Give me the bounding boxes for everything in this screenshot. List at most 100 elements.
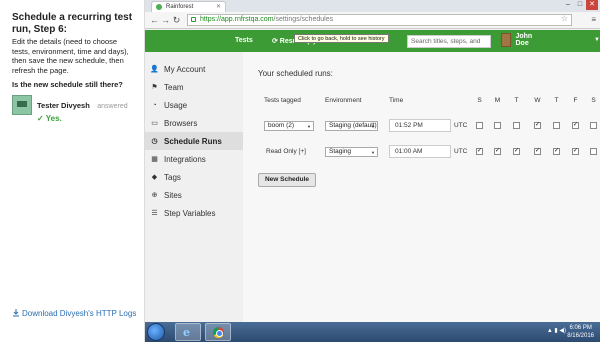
sidebar-item-label: Integrations	[164, 154, 206, 164]
taskbar-ie[interactable]: e	[175, 323, 201, 341]
time-value: 01:52 PM	[395, 122, 423, 129]
sidebar-item-schedule-runs[interactable]: ◷ Schedule Runs	[145, 132, 243, 150]
task-description: Edit the details (need to choose tests, …	[12, 37, 129, 75]
timezone-label: UTC	[454, 148, 468, 155]
timezone-label: UTC	[454, 122, 468, 129]
sidebar-item-label: Tags	[164, 172, 181, 182]
day-checkbox[interactable]	[590, 122, 597, 129]
sidebar-item-label: Step Variables	[164, 208, 216, 218]
download-logs-label: Download Divyesh's HTTP Logs	[22, 309, 137, 318]
day-checkbox[interactable]: ✓	[476, 148, 483, 155]
system-tray-icons[interactable]: ▲ ▮ ◀)	[547, 327, 566, 334]
tag-icon: ◆	[151, 174, 158, 181]
sidebar-item-label: Sites	[164, 190, 182, 200]
usage-icon: ◔	[152, 101, 157, 109]
tab-title: Rainforest	[166, 4, 194, 10]
back-icon[interactable]: ←	[149, 15, 160, 25]
time-input[interactable]: 01:00 AM	[389, 145, 451, 158]
day-checkbox[interactable]: ✓	[534, 122, 541, 129]
task-panel: Schedule a recurring test run, Step 6: E…	[0, 0, 145, 342]
environment-select[interactable]: Staging	[325, 147, 378, 157]
sidebar-item-sites[interactable]: ⊕ Sites	[145, 186, 243, 204]
day-checkbox[interactable]	[494, 122, 501, 129]
browser-tab[interactable]: Rainforest ✕	[151, 1, 226, 12]
nav-tests-link[interactable]: Tests	[235, 37, 253, 44]
tag-label[interactable]: Read Only [+]	[266, 148, 306, 155]
browser-icon: ▭	[151, 120, 158, 127]
task-title: Schedule a recurring test run, Step 6:	[12, 12, 133, 35]
day-checkbox[interactable]: ✓	[494, 148, 501, 155]
header-tests-tagged: Tests tagged	[264, 97, 301, 104]
header-day-sunday: S	[477, 97, 482, 104]
sidebar-item-team[interactable]: ⚑ Team	[145, 78, 243, 96]
sidebar-item-integrations[interactable]: ▦ Integrations	[145, 150, 243, 168]
tester-line: Tester Divyesh answered	[37, 95, 128, 113]
sidebar-item-label: My Account	[164, 64, 206, 74]
search-input[interactable]: Search titles, steps, and	[407, 35, 491, 48]
reload-icon[interactable]: ↻	[171, 15, 182, 26]
url-field[interactable]: https://app.rnfrstqa.com/settings/schedu…	[187, 14, 572, 26]
user-name: John Doe	[515, 33, 533, 47]
day-checkbox[interactable]	[513, 122, 520, 129]
team-icon: ⚑	[151, 84, 158, 91]
taskbar: e ▲ ▮ ◀) 6:06 PM 8/16/2016	[145, 322, 600, 342]
minimize-icon[interactable]: –	[562, 0, 574, 10]
schedules-panel: Your scheduled runs: Tests tagged Enviro…	[243, 52, 600, 322]
tab-bar: Rainforest ✕ – □ ✕	[145, 0, 600, 12]
day-checkbox[interactable]	[590, 148, 597, 155]
tester-name: Tester Divyesh	[37, 101, 90, 110]
day-checkbox[interactable]: ✓	[534, 148, 541, 155]
chrome-icon	[213, 327, 224, 338]
taskbar-clock[interactable]: 6:06 PM 8/16/2016	[567, 324, 594, 340]
settings-sidebar: 👤 My Account ⚑ Team ◔ Usage ▭ Browsers ◷ Sche…	[145, 52, 243, 322]
tester-info: Tester Divyesh answered ✓ Yes.	[37, 95, 128, 123]
sidebar-item-my-account[interactable]: 👤 My Account	[145, 60, 243, 78]
window-controls: – □ ✕	[562, 0, 598, 10]
tester-avatar	[12, 95, 32, 115]
environment-select[interactable]: Staging (default)	[325, 121, 378, 131]
close-tab-icon[interactable]: ✕	[216, 3, 221, 10]
header-day-thursday: T	[554, 97, 559, 104]
day-checkbox[interactable]	[553, 122, 560, 129]
clock-date: 8/16/2016	[567, 333, 594, 339]
tester-status: answered	[97, 103, 128, 110]
download-logs-link[interactable]: Download Divyesh's HTTP Logs	[12, 308, 137, 319]
sidebar-item-label: Team	[164, 82, 184, 92]
sidebar-item-tags[interactable]: ◆ Tags	[145, 168, 243, 186]
clock-icon: ◷	[151, 138, 158, 145]
maximize-icon[interactable]: □	[574, 0, 586, 10]
tag-select[interactable]: boom (2)	[264, 121, 314, 131]
header-day-tuesday: T	[514, 97, 519, 104]
day-checkbox[interactable]: ✓	[572, 148, 579, 155]
download-icon	[13, 309, 19, 317]
lock-icon	[191, 17, 196, 22]
tester-answer-block: Tester Divyesh answered ✓ Yes.	[12, 95, 136, 123]
sidebar-item-step-variables[interactable]: ☰ Step Variables	[145, 204, 243, 222]
sidebar-item-browsers[interactable]: ▭ Browsers	[145, 114, 243, 132]
user-icon: 👤	[150, 66, 159, 73]
schedule-row: boom (2) Staging (default) 01:52 PM UTC …	[243, 119, 600, 137]
user-menu[interactable]: John Doe ▼	[501, 33, 600, 47]
integrations-icon: ▦	[151, 156, 158, 163]
url-path: /settings/schedules	[273, 16, 334, 23]
day-checkbox[interactable]	[476, 122, 483, 129]
new-schedule-button[interactable]: New Schedule	[258, 173, 316, 187]
url-host: https://app.rnfrstqa.com	[200, 16, 274, 23]
tester-answer: ✓ Yes.	[37, 114, 62, 123]
close-window-icon[interactable]: ✕	[586, 0, 598, 10]
day-checkbox[interactable]: ✓	[553, 148, 560, 155]
day-checkbox[interactable]: ✓	[572, 122, 579, 129]
day-checkbox[interactable]: ✓	[513, 148, 520, 155]
sidebar-item-usage[interactable]: ◔ Usage	[145, 96, 243, 114]
browser-menu-icon[interactable]: ≡	[591, 15, 596, 24]
time-value: 01:00 AM	[395, 148, 423, 155]
chevron-down-icon: ▼	[594, 37, 600, 43]
start-button[interactable]	[147, 323, 165, 341]
time-input[interactable]: 01:52 PM	[389, 119, 451, 132]
internet-explorer-icon: e	[183, 326, 190, 339]
bookmark-star-icon[interactable]: ☆	[561, 14, 568, 24]
forward-icon[interactable]: →	[160, 15, 171, 25]
taskbar-chrome[interactable]	[205, 323, 231, 341]
rainforest-favicon-icon	[156, 4, 162, 10]
task-question: Is the new schedule still there?	[12, 80, 123, 89]
